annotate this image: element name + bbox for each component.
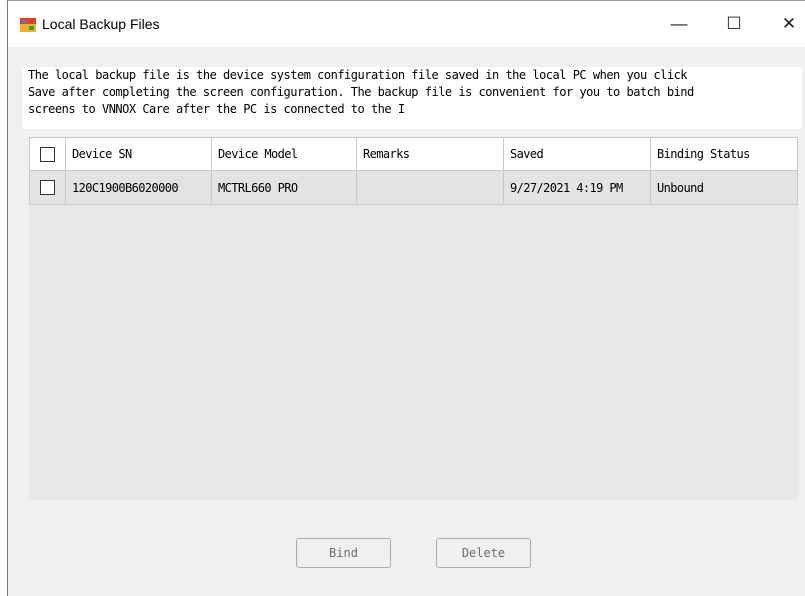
maximize-icon: ☐ [726, 14, 742, 33]
cell-device-sn[interactable]: 120C1900B6020000 [66, 171, 212, 204]
description-line: The local backup file is the device syst… [28, 68, 688, 82]
app-icon [20, 18, 36, 32]
window-title: Local Backup Files [42, 16, 160, 32]
description-line: screens to VNNOX Care after the PC is co… [28, 102, 405, 116]
window-client-area: The local backup file is the device syst… [8, 47, 805, 596]
title-bar[interactable]: Local Backup Files — ☐ ✕ [8, 1, 805, 47]
backup-files-table: Device SN Device Model Remarks Saved Bin… [29, 137, 798, 500]
description-line: Save after completing the screen configu… [28, 85, 694, 99]
close-button[interactable]: ✕ [766, 1, 805, 47]
row-checkbox-cell[interactable] [29, 171, 66, 204]
minimize-icon: — [670, 14, 688, 33]
cell-binding-status[interactable]: Unbound [651, 171, 798, 204]
cell-remarks[interactable] [357, 171, 504, 204]
table-row[interactable]: 120C1900B6020000 MCTRL660 PRO 9/27/2021 … [29, 171, 798, 205]
row-checkbox[interactable] [40, 180, 55, 195]
column-header-saved[interactable]: Saved [504, 138, 651, 170]
bind-button[interactable]: Bind [296, 538, 391, 568]
close-icon: ✕ [781, 14, 797, 33]
delete-button[interactable]: Delete [436, 538, 531, 568]
select-all-checkbox-cell[interactable] [29, 138, 66, 170]
cell-device-model[interactable]: MCTRL660 PRO [212, 171, 357, 204]
cell-saved[interactable]: 9/27/2021 4:19 PM [504, 171, 651, 204]
column-header-remarks[interactable]: Remarks [357, 138, 504, 170]
column-header-device-model[interactable]: Device Model [212, 138, 357, 170]
table-header: Device SN Device Model Remarks Saved Bin… [29, 137, 798, 171]
select-all-checkbox[interactable] [40, 146, 55, 162]
column-header-device-sn[interactable]: Device SN [66, 138, 212, 170]
description-text: The local backup file is the device syst… [22, 67, 802, 129]
column-header-binding-status[interactable]: Binding Status [651, 138, 798, 170]
maximize-button[interactable]: ☐ [711, 1, 757, 47]
local-backup-files-window: Local Backup Files — ☐ ✕ The local backu… [7, 0, 805, 596]
minimize-button[interactable]: — [656, 1, 702, 47]
